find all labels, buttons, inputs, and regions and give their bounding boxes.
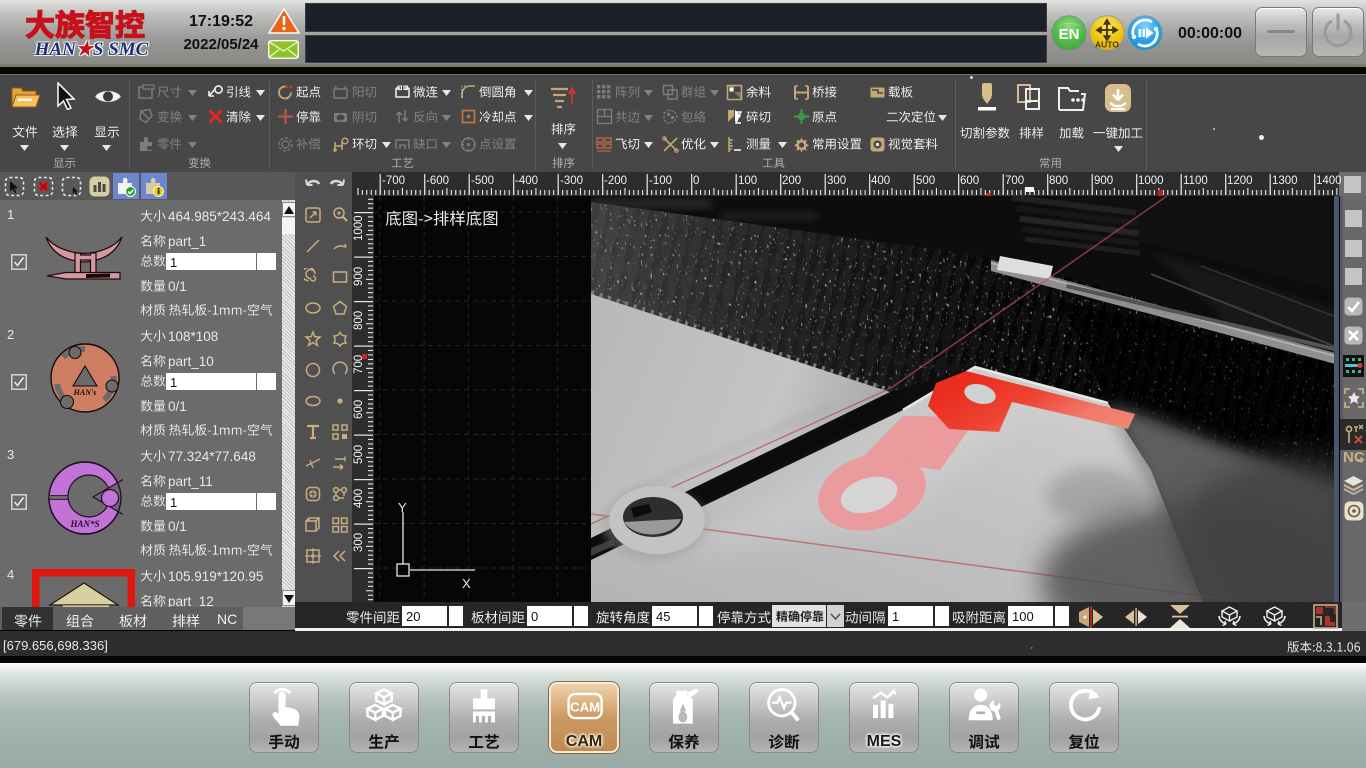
svg-text:EN: EN (1059, 26, 1080, 43)
svg-text:Y: Y (398, 500, 407, 515)
svg-text:HAN*S: HAN*S (69, 519, 99, 529)
svg-text:X: X (462, 576, 471, 591)
svg-text:HAN's: HAN's (73, 388, 97, 397)
svg-text:CAM: CAM (570, 700, 600, 715)
svg-text:AUTO: AUTO (1095, 40, 1119, 50)
